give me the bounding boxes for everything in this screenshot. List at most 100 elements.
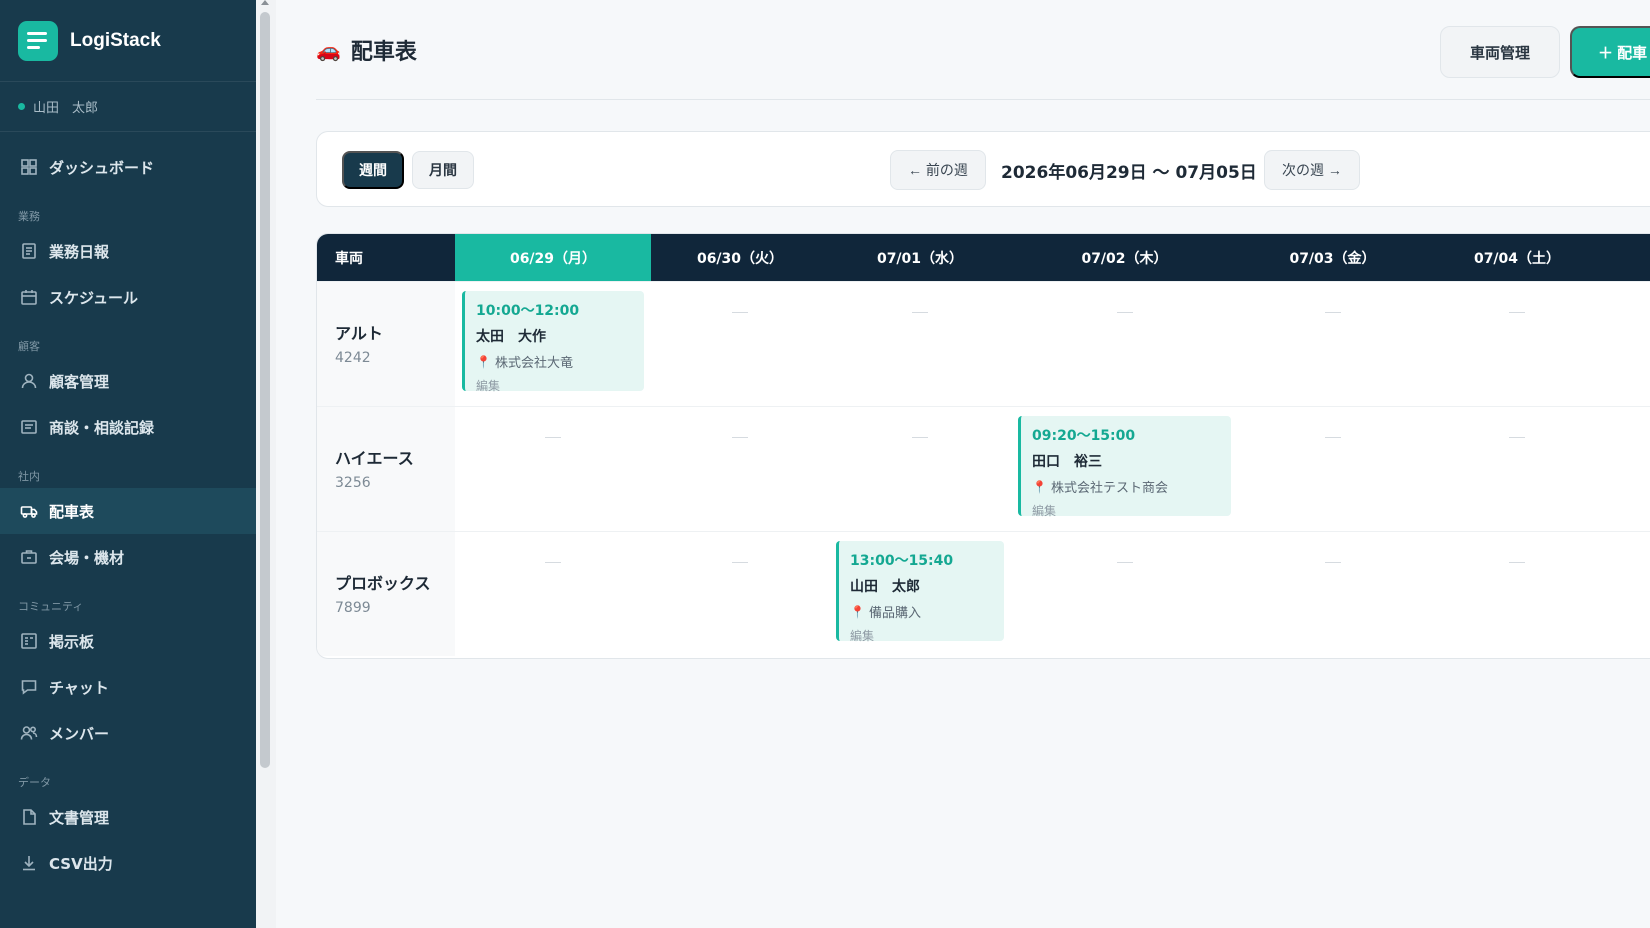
sidebar-item-label: 文書管理 [49,808,110,827]
empty-slot-dash[interactable] [1509,562,1525,563]
nav-section-label: コミュニティ [18,600,84,613]
event-person: 田口 裕三 [1032,454,1102,470]
sidebar-item-calendar[interactable]: スケジュール [0,274,256,320]
sidebar-item-user[interactable]: 顧客管理 [0,358,256,404]
document-icon [20,808,38,826]
event-edit-link[interactable]: 編集 [1032,502,1231,519]
brand-name: LogiStack [70,29,161,51]
empty-slot-dash[interactable] [545,437,561,438]
empty-slot-dash[interactable] [1509,312,1525,313]
column-header-day: 07/01（水） [876,250,964,267]
main-content: 🚗 配車表 車両管理 ＋ 配車 週間 月間 ← 前の週 2026年06月29日 … [276,0,1650,928]
online-status-dot [18,103,25,110]
column-header-vehicle: 車両 [335,250,363,267]
sidebar-item-briefcase[interactable]: 会場・機材 [0,534,256,580]
date-range: 2026年06月29日 〜 07月05日 [1001,162,1257,183]
sidebar-item-chat[interactable]: チャット [0,664,256,710]
page-title-text: 配車表 [350,40,417,65]
sidebar-item-label: ダッシュボード [49,158,155,177]
sidebar-item-label: 会場・機材 [49,548,125,567]
empty-slot-dash[interactable] [732,562,748,563]
user-icon [20,372,38,390]
event-place: 📍 株式会社大竜 [476,352,644,372]
sidebar-item-members[interactable]: メンバー [0,710,256,756]
sidebar-item-document[interactable]: 文書管理 [0,794,256,840]
page-title: 🚗 配車表 [316,34,417,66]
empty-slot-dash[interactable] [1324,312,1341,313]
sidebar-item-label: メンバー [49,724,110,743]
menu-icon [18,20,58,61]
vehicle-number: 7899 [335,600,371,616]
dispatch-grid: 車両 06/29（月） 06/30（火） 07/01（水） 07/02（木） 07/03（… [316,233,1650,659]
sidebar-item-label: 商談・相談記録 [49,418,155,437]
vehicle-label: ハイエース 3256 [317,407,455,531]
scroll-thumb[interactable] [260,12,270,768]
event-time: 09:20〜15:00 [1032,428,1136,444]
add-dispatch-button[interactable]: ＋ 配車 [1570,26,1650,78]
empty-slot-dash[interactable] [545,562,561,563]
location-pin-icon: 📍 [1032,479,1047,494]
calendar-icon [20,288,38,306]
vehicle-management-button[interactable]: 車両管理 [1440,26,1560,78]
vehicle-number: 3256 [335,475,371,491]
event-place-text: 株式会社大竜 [494,356,573,371]
event-person: 山田 太郎 [850,579,920,595]
column-header-day: 06/29（月） [455,234,651,281]
empty-slot-dash[interactable] [912,437,928,438]
empty-slot-dash[interactable] [1116,562,1133,563]
nav-section-label: 顧客 [18,340,40,353]
empty-slot-dash[interactable] [1324,562,1341,563]
dispatch-event-card[interactable]: 09:20〜15:00 田口 裕三 📍 株式会社テスト商会 編集 [1018,416,1231,519]
location-pin-icon: 📍 [476,354,491,369]
prev-week-button[interactable]: ← 前の週 [890,150,986,190]
sidebar-item-label: 業務日報 [49,242,110,261]
month-view-button[interactable]: 月間 [412,151,474,189]
empty-slot-dash[interactable] [1324,437,1341,438]
empty-slot-dash[interactable] [912,312,928,313]
dispatch-event-card[interactable]: 13:00〜15:40 山田 太郎 📍 備品購入 編集 [836,541,1004,644]
nav-section-label: データ [18,776,51,789]
vehicle-row: アルト 4242 10:00〜12:00 太田 大作 📍 株式会社大竜 編集 [317,281,1650,406]
empty-slot-dash[interactable] [1509,437,1525,438]
nav-section-label: 業務 [18,210,40,223]
sidebar-item-label: スケジュール [49,288,138,307]
event-place: 📍 備品購入 [850,602,1004,622]
sidebar-item-download[interactable]: CSV出力 [0,840,256,886]
truck-icon [20,502,38,520]
vehicle-number: 4242 [335,350,371,366]
empty-slot-dash[interactable] [732,437,748,438]
dashboard-icon [20,158,38,176]
current-user: 山田 太郎 [0,82,256,132]
sidebar-item-note[interactable]: 商談・相談記録 [0,404,256,450]
members-icon [20,724,38,742]
user-name: 山田 太郎 [33,101,99,116]
nav-section-label: 社内 [18,470,40,483]
chat-icon [20,678,38,696]
vehicle-name: アルト [335,324,383,343]
event-edit-link[interactable]: 編集 [850,627,1004,644]
sidebar-item-truck[interactable]: 配車表 [0,488,256,534]
column-header-day: 07/04（土） [1473,250,1561,267]
empty-slot-dash[interactable] [1116,312,1133,313]
event-edit-link[interactable]: 編集 [476,377,644,394]
sidebar-item-label: 配車表 [49,502,95,521]
vehicle-label: プロボックス 7899 [317,532,455,656]
next-week-button[interactable]: 次の週 → [1264,150,1360,190]
briefcase-icon [20,548,38,566]
dispatch-event-card[interactable]: 10:00〜12:00 太田 大作 📍 株式会社大竜 編集 [462,291,644,394]
brand[interactable]: LogiStack [0,0,256,82]
vehicle-label: アルト 4242 [317,282,455,406]
note-icon [20,418,38,436]
sidebar-item-report[interactable]: 業務日報 [0,228,256,274]
sidebar-item-dashboard[interactable]: ダッシュボード [0,144,256,190]
sidebar-scrollbar[interactable] [256,0,276,928]
week-view-button[interactable]: 週間 [342,151,404,189]
column-header-day: 07/03（金） [1289,250,1376,267]
report-icon [20,242,38,260]
sidebar-item-board[interactable]: 掲示板 [0,618,256,664]
event-person: 太田 大作 [476,329,546,345]
scroll-up-arrow[interactable] [261,0,269,5]
empty-slot-dash[interactable] [732,312,748,313]
vehicle-row: プロボックス 7899 13:00〜15:40 山田 太郎 📍 備品購入 編集 [317,531,1650,656]
sidebar-item-label: 顧客管理 [49,372,110,391]
